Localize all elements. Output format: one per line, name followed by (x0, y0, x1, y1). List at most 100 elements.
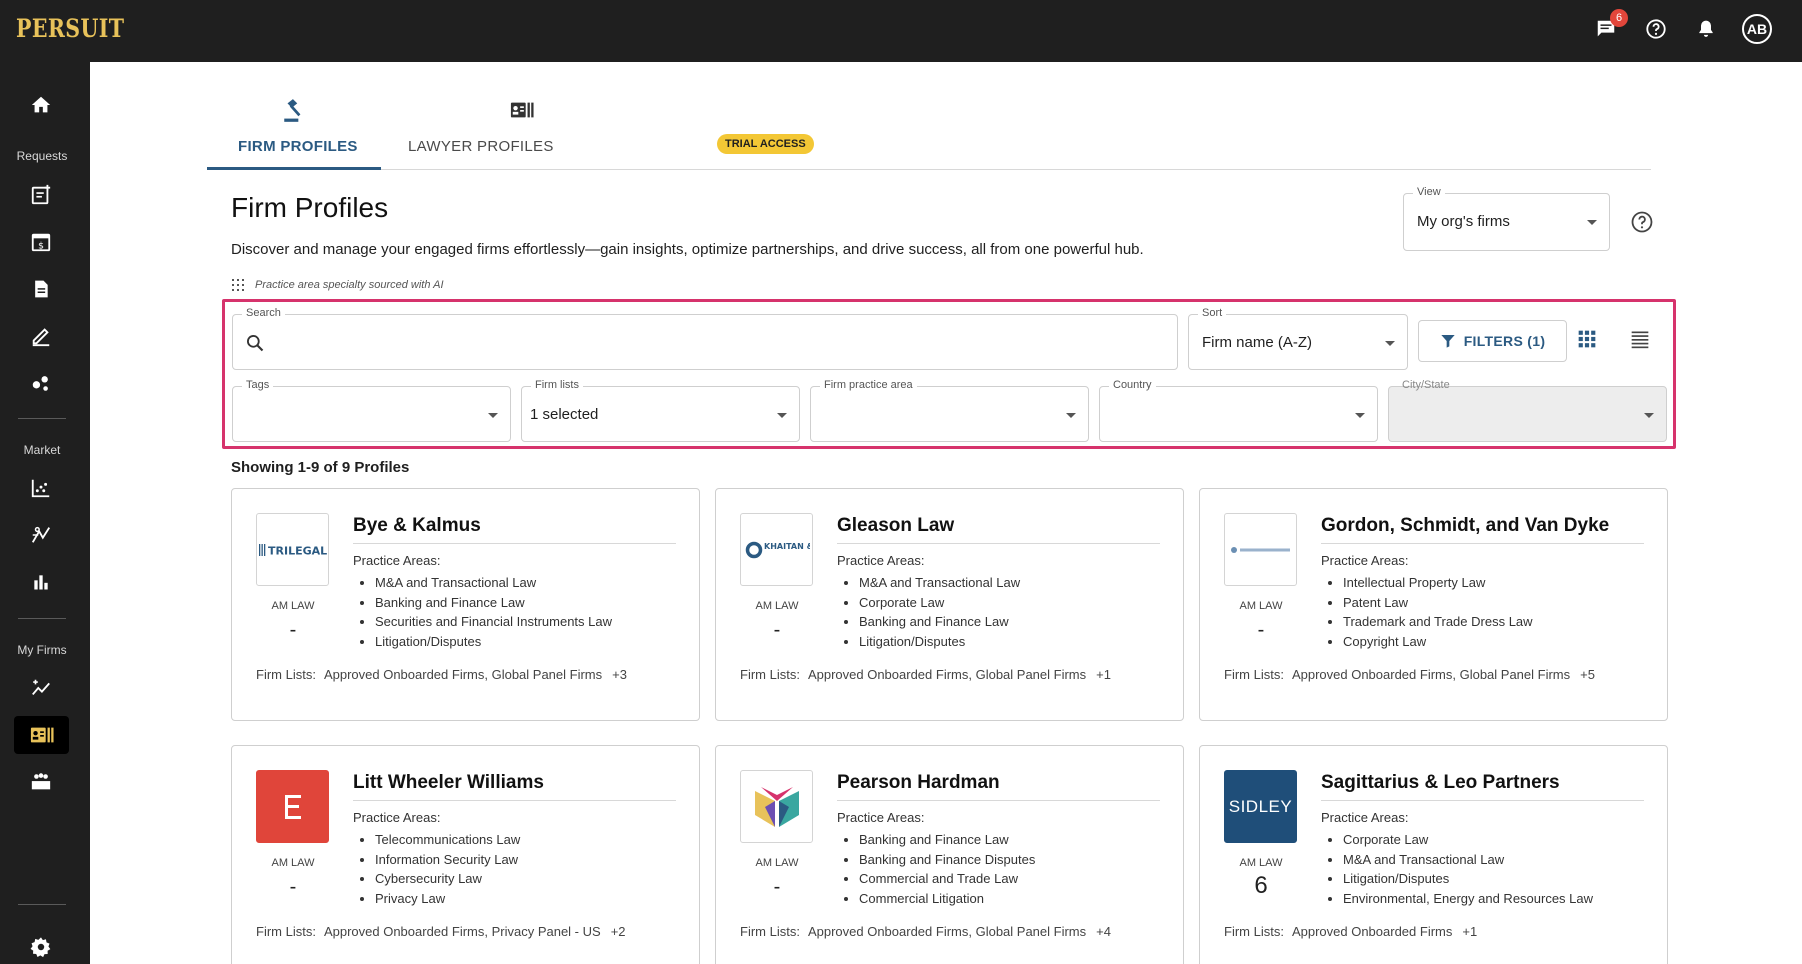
am-law-label: AM LAW (271, 857, 315, 869)
khaitan-logo-text: KHAITAN & CO (764, 542, 810, 551)
am-law-label: AM LAW (1239, 857, 1283, 869)
firm-card[interactable]: AM LAW - Litt Wheeler Williams Practice … (231, 745, 700, 964)
firm-card[interactable]: TRILEGAL AM LAW - Bye & Kalmus Practice … (231, 488, 700, 721)
firm-lists-label: Firm Lists: (1224, 924, 1284, 939)
firm-lists-more[interactable]: +1 (1462, 924, 1477, 939)
sidebar-item-sign[interactable] (21, 317, 61, 355)
firm-lists-more[interactable]: +4 (1096, 924, 1111, 939)
chevron-down-icon (777, 413, 787, 418)
firm-name[interactable]: Pearson Hardman (837, 772, 1160, 801)
firm-card[interactable]: AM LAW - Pearson Hardman Practice Areas:… (715, 745, 1184, 964)
chevron-down-icon (1066, 413, 1076, 418)
tab-firm-profiles[interactable]: FIRM PROFILES (207, 92, 381, 170)
firm-logo-mark (754, 786, 799, 827)
chat-button[interactable]: 6 (1592, 9, 1628, 43)
sidebar-item-network[interactable] (21, 364, 61, 402)
bell-icon (1699, 20, 1713, 37)
tags-select[interactable]: Tags (232, 379, 511, 442)
analytics-icon (31, 526, 51, 543)
view-help-button[interactable] (1630, 210, 1654, 234)
sort-value: Firm name (A-Z) (1202, 334, 1312, 351)
user-avatar[interactable]: AB (1742, 14, 1772, 44)
practice-areas-label: Practice Areas: (837, 553, 925, 568)
firm-logo-mark (1230, 546, 1290, 553)
grid-view-button[interactable] (1577, 329, 1601, 353)
firm-lists-more[interactable]: +3 (612, 667, 627, 682)
top-actions: 6 AB (1592, 9, 1772, 44)
sidebar-item-market-bar[interactable] (21, 563, 61, 601)
chat-badge: 6 (1610, 9, 1628, 27)
sidebar-divider (18, 904, 66, 905)
sidebar-item-settings[interactable] (21, 928, 61, 964)
firm-logo (256, 770, 329, 843)
firm-name[interactable]: Gordon, Schmidt, and Van Dyke (1321, 515, 1644, 544)
firm-lists-select[interactable]: Firm lists 1 selected (521, 379, 800, 442)
list-view-button[interactable] (1629, 329, 1653, 353)
firm-lists-label: Firm Lists: (256, 924, 316, 939)
practice-area-item: Banking and Finance Disputes (859, 850, 1035, 870)
sidebar-item-documents[interactable] (21, 270, 61, 308)
filters-button-label: FILTERS (1) (1463, 333, 1546, 349)
firm-lists-value: Approved Onboarded Firms, Global Panel F… (323, 667, 603, 682)
firm-name[interactable]: Bye & Kalmus (353, 515, 676, 544)
am-law-rank: - (773, 876, 781, 898)
firm-lists: Firm Lists: Approved Onboarded Firms +1 (1224, 924, 1477, 939)
firm-card[interactable]: KHAITAN & CO AM LAW - Gleason Law Practi… (715, 488, 1184, 721)
search-field[interactable]: Search (232, 307, 1178, 370)
sidebar-item-market-insights[interactable] (21, 516, 61, 554)
firm-lists-more[interactable]: +5 (1580, 667, 1595, 682)
firm-lists-label: Firm Lists: (740, 667, 800, 682)
persuit-logo[interactable]: PERSUIT (16, 14, 124, 43)
practice-area-item: Cybersecurity Law (375, 869, 520, 889)
trilegal-logo-text: TRILEGAL (268, 544, 327, 557)
firm-card[interactable]: SIDLEY AM LAW 6 Sagittarius & Leo Partne… (1199, 745, 1668, 964)
sidebar-item-new-request[interactable] (21, 176, 61, 214)
sidebar-item-firm-profiles[interactable] (14, 716, 69, 754)
sidebar-item-billing[interactable]: $ (21, 223, 61, 261)
view-select[interactable]: View My org's firms (1403, 186, 1610, 251)
country-select[interactable]: Country (1099, 379, 1378, 442)
firm-logo (1224, 513, 1297, 586)
tab-lawyer-profiles[interactable]: LAWYER PROFILES TRIAL ACCESS (403, 92, 814, 170)
page-description: Discover and manage your engaged firms e… (231, 241, 1144, 258)
practice-area-item: Corporate Law (1343, 830, 1593, 850)
sidebar-item-firm-insights[interactable] (21, 669, 61, 707)
profile-card-icon (30, 727, 54, 743)
sidebar-item-firm-groups[interactable] (21, 763, 61, 801)
firm-lists-more[interactable]: +1 (1096, 667, 1111, 682)
firm-lists-more[interactable]: +2 (611, 924, 626, 939)
filters-button[interactable]: FILTERS (1) (1418, 320, 1567, 362)
practice-area-label: Firm practice area (820, 379, 917, 391)
am-law-label: AM LAW (755, 600, 799, 612)
search-icon (247, 335, 264, 352)
firm-lists-label: Firm lists (531, 379, 583, 391)
home-icon (31, 96, 51, 113)
practice-area-item: Trademark and Trade Dress Law (1343, 612, 1533, 632)
sidebar-divider (18, 618, 66, 619)
firm-name[interactable]: Sagittarius & Leo Partners (1321, 772, 1644, 801)
sparkle-chart-icon (32, 679, 50, 696)
firm-logo: TRILEGAL (256, 513, 329, 586)
firm-card[interactable]: AM LAW - Gordon, Schmidt, and Van Dyke P… (1199, 488, 1668, 721)
help-button[interactable] (1642, 15, 1670, 43)
main-content: FIRM PROFILES LAWYER PROFILES TRIAL ACCE… (90, 62, 1802, 964)
practice-areas-list: M&A and Transactional Law Corporate Law … (859, 573, 1020, 651)
practice-area-select[interactable]: Firm practice area (810, 379, 1089, 442)
firm-name[interactable]: Litt Wheeler Williams (353, 772, 676, 801)
firm-lists-value: Approved Onboarded Firms, Global Panel F… (1291, 667, 1571, 682)
profile-tabs: FIRM PROFILES LAWYER PROFILES TRIAL ACCE… (207, 92, 1651, 170)
sidebar-item-market-chart[interactable] (21, 469, 61, 507)
notifications-button[interactable] (1692, 15, 1720, 43)
firm-name[interactable]: Gleason Law (837, 515, 1160, 544)
chevron-down-icon (1644, 413, 1654, 418)
sort-select[interactable]: Sort Firm name (A-Z) (1188, 307, 1408, 370)
country-label: Country (1109, 379, 1156, 391)
practice-area-item: Banking and Finance Law (859, 612, 1020, 632)
grid-icon (1578, 330, 1596, 348)
firm-lists-label: Firm Lists: (256, 667, 316, 682)
am-law-label: AM LAW (1239, 600, 1283, 612)
ai-grid-icon (232, 279, 244, 291)
sidebar-item-home[interactable] (21, 86, 61, 124)
city-state-select: City/State (1388, 379, 1667, 442)
firm-logo: KHAITAN & CO (740, 513, 813, 586)
